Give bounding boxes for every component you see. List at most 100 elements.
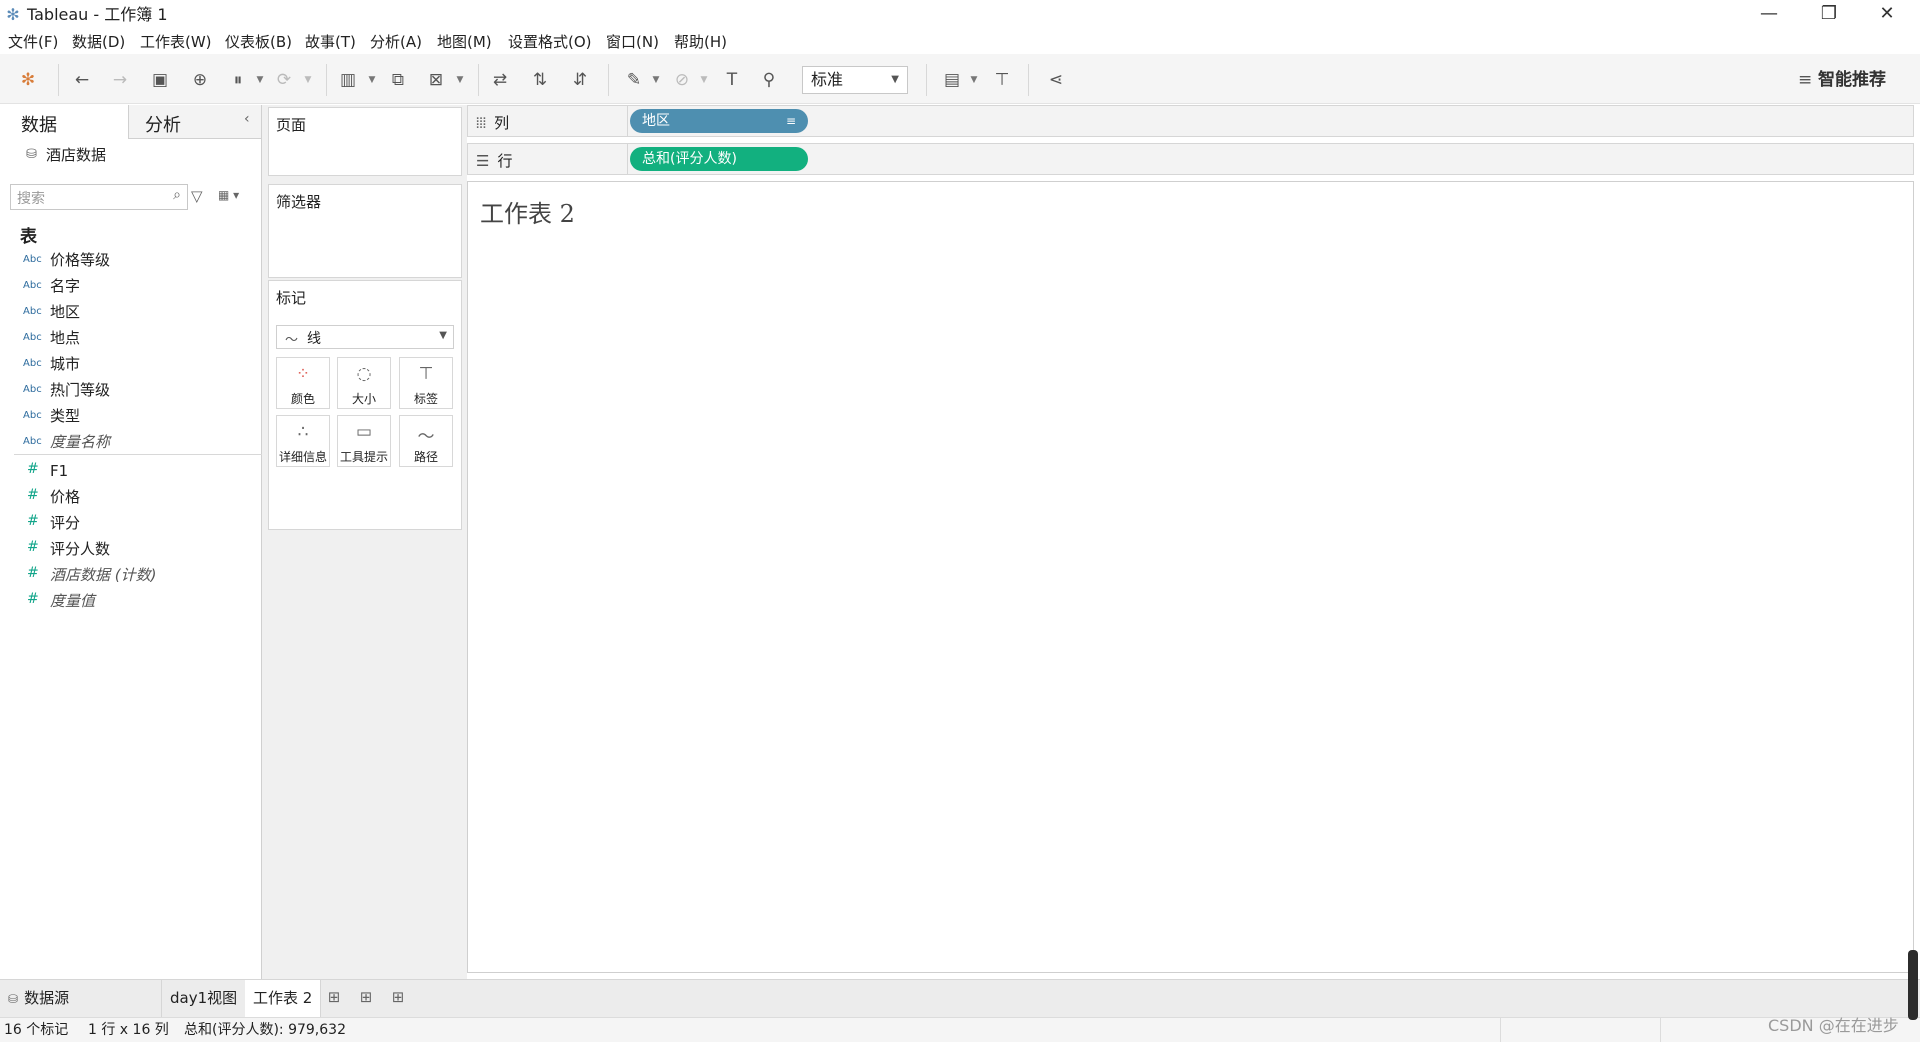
tab-datasource[interactable]: ⛁ 数据源 bbox=[0, 980, 162, 1017]
menu-data[interactable]: 数据(D) bbox=[72, 32, 125, 52]
pages-card[interactable]: 页面 bbox=[268, 107, 462, 176]
duplicate-sheet-icon[interactable]: ⧉ bbox=[386, 68, 410, 92]
field-item[interactable]: # 度量值 bbox=[0, 588, 262, 614]
number-type-icon: # bbox=[27, 513, 39, 529]
menu-format[interactable]: 设置格式(O) bbox=[508, 32, 592, 52]
path-button[interactable]: 〜路径 bbox=[399, 415, 453, 467]
field-item[interactable]: Abc 热门等级 bbox=[0, 377, 262, 403]
sort-ascending-icon[interactable]: ⇅ bbox=[528, 68, 552, 92]
field-name: 评分人数 bbox=[50, 540, 111, 558]
field-item[interactable]: Abc 价格等级 bbox=[0, 247, 262, 273]
pause-updates-dropdown-icon[interactable]: ▼ bbox=[256, 74, 264, 86]
size-button[interactable]: ◌ 大小 bbox=[337, 357, 391, 409]
field-item[interactable]: # 评分 bbox=[0, 510, 262, 536]
new-story-icon[interactable]: ⊞ bbox=[386, 988, 410, 1010]
sheet-title[interactable]: 工作表 2 bbox=[480, 194, 575, 229]
field-item[interactable]: Abc 地点 bbox=[0, 325, 262, 351]
field-item[interactable]: Abc 类型 bbox=[0, 403, 262, 429]
color-button[interactable]: ⁘ 颜色 bbox=[276, 357, 330, 409]
pause-updates-icon[interactable]: ⏸ bbox=[226, 68, 250, 92]
show-me-button[interactable]: ≡ 智能推荐 bbox=[1798, 67, 1886, 93]
menu-dashboard[interactable]: 仪表板(B) bbox=[225, 32, 292, 52]
menu-worksheet[interactable]: 工作表(W) bbox=[140, 32, 212, 52]
tableau-home-icon[interactable]: ✻ bbox=[16, 68, 40, 92]
view-canvas[interactable]: 工作表 2 bbox=[467, 181, 1914, 973]
collapse-pane-icon[interactable]: ‹ bbox=[244, 111, 250, 127]
field-item[interactable]: # 评分人数 bbox=[0, 536, 262, 562]
fix-axes-icon[interactable]: ⚲ bbox=[757, 68, 781, 92]
field-name: 度量名称 bbox=[50, 433, 111, 451]
field-name: 城市 bbox=[50, 355, 81, 373]
field-item[interactable]: # 价格 bbox=[0, 484, 262, 510]
show-me-icon: ≡ bbox=[1798, 70, 1813, 90]
menu-analysis[interactable]: 分析(A) bbox=[370, 32, 422, 52]
filters-card[interactable]: 筛选器 bbox=[268, 184, 462, 278]
menu-map[interactable]: 地图(M) bbox=[437, 32, 492, 52]
color-label: 颜色 bbox=[290, 392, 315, 406]
columns-shelf[interactable]: ⦙⦙⦙ 列 地区 ≡ bbox=[467, 105, 1914, 137]
highlight-icon[interactable]: ✎ bbox=[622, 68, 646, 92]
menu-window[interactable]: 窗口(N) bbox=[606, 32, 659, 52]
group-members-icon[interactable]: ⊘ bbox=[670, 68, 694, 92]
menu-help[interactable]: 帮助(H) bbox=[674, 32, 727, 52]
undo-icon[interactable]: ← bbox=[70, 68, 94, 92]
scroll-handle[interactable] bbox=[1908, 950, 1918, 1020]
minimize-button[interactable]: — bbox=[1740, 0, 1798, 30]
tooltip-button[interactable]: ▭ 工具提示 bbox=[337, 415, 391, 467]
save-icon[interactable]: ▣ bbox=[148, 68, 172, 92]
highlight-dropdown-icon[interactable]: ▼ bbox=[652, 74, 660, 86]
new-datasource-icon[interactable]: ⊕ bbox=[188, 68, 212, 92]
group-members-dropdown-icon[interactable]: ▼ bbox=[700, 74, 708, 86]
label-button[interactable]: ⊤ 标签 bbox=[399, 357, 453, 409]
tab-datasource-label: 数据源 bbox=[24, 989, 70, 1007]
share-icon[interactable]: ⋖ bbox=[1044, 68, 1068, 92]
mark-type-select[interactable]: 〜 线 ▼ bbox=[276, 325, 454, 349]
field-item[interactable]: Abc 名字 bbox=[0, 273, 262, 299]
clear-sheet-dropdown-icon[interactable]: ▼ bbox=[456, 74, 464, 86]
new-dashboard-icon[interactable]: ⊞ bbox=[354, 988, 378, 1010]
columns-pill[interactable]: 地区 ≡ bbox=[630, 109, 808, 133]
cards-toggle-icon[interactable]: ▤ bbox=[940, 68, 964, 92]
tables-section-header: 表 bbox=[20, 227, 37, 247]
string-type-icon: Abc bbox=[23, 436, 42, 447]
view-options-icon[interactable]: ▦ ▾ bbox=[218, 188, 239, 202]
string-type-icon: Abc bbox=[23, 332, 42, 343]
menu-file[interactable]: 文件(F) bbox=[8, 32, 58, 52]
menu-bar: 文件(F) 数据(D) 工作表(W) 仪表板(B) 故事(T) 分析(A) 地图… bbox=[0, 30, 1920, 54]
tab-analysis[interactable]: 分析 bbox=[128, 105, 261, 139]
string-type-icon: Abc bbox=[23, 306, 42, 317]
detail-icon: ∴ bbox=[297, 422, 309, 442]
rows-shelf[interactable]: ☰ 行 总和(评分人数) bbox=[467, 143, 1914, 175]
presentation-mode-icon[interactable]: ⊤ bbox=[990, 68, 1014, 92]
field-search-input[interactable]: 搜索 ⌕ bbox=[10, 184, 188, 210]
close-button[interactable]: ✕ bbox=[1858, 0, 1916, 30]
field-item[interactable]: Abc 地区 bbox=[0, 299, 262, 325]
filter-icon[interactable]: ▽ bbox=[191, 187, 203, 205]
detail-button[interactable]: ∴ 详细信息 bbox=[276, 415, 330, 467]
datasource-icon: ⛁ bbox=[8, 992, 19, 1006]
line-mark-icon: 〜 bbox=[285, 333, 299, 348]
field-item[interactable]: # 酒店数据 (计数) bbox=[0, 562, 262, 588]
swap-rows-columns-icon[interactable]: ⇄ bbox=[488, 68, 512, 92]
tab-sheet[interactable]: day1视图 bbox=[162, 980, 247, 1017]
field-item[interactable]: Abc 城市 bbox=[0, 351, 262, 377]
menu-story[interactable]: 故事(T) bbox=[305, 32, 356, 52]
maximize-button[interactable]: ❐ bbox=[1800, 0, 1858, 30]
new-worksheet-dropdown-icon[interactable]: ▼ bbox=[368, 74, 376, 86]
new-worksheet-icon[interactable]: ▥ bbox=[336, 68, 360, 92]
redo-icon[interactable]: → bbox=[108, 68, 132, 92]
new-worksheet-icon[interactable]: ⊞ bbox=[322, 988, 346, 1010]
cards-toggle-dropdown-icon[interactable]: ▼ bbox=[970, 74, 978, 86]
refresh-dropdown-icon[interactable]: ▼ bbox=[304, 74, 312, 86]
refresh-icon[interactable]: ⟳ bbox=[272, 68, 296, 92]
datasource-name[interactable]: 酒店数据 bbox=[46, 145, 106, 165]
fit-mode-select[interactable]: 标准 ▼ bbox=[802, 66, 908, 94]
tab-data[interactable]: 数据 bbox=[0, 105, 128, 139]
field-item[interactable]: Abc 度量名称 bbox=[0, 429, 262, 455]
show-labels-icon[interactable]: T bbox=[720, 68, 744, 92]
tab-sheet-active[interactable]: 工作表 2 bbox=[245, 980, 322, 1017]
sort-descending-icon[interactable]: ⇵ bbox=[568, 68, 592, 92]
field-item[interactable]: # F1 bbox=[0, 458, 262, 484]
rows-pill[interactable]: 总和(评分人数) bbox=[630, 147, 808, 171]
clear-sheet-icon[interactable]: ⊠ bbox=[424, 68, 448, 92]
